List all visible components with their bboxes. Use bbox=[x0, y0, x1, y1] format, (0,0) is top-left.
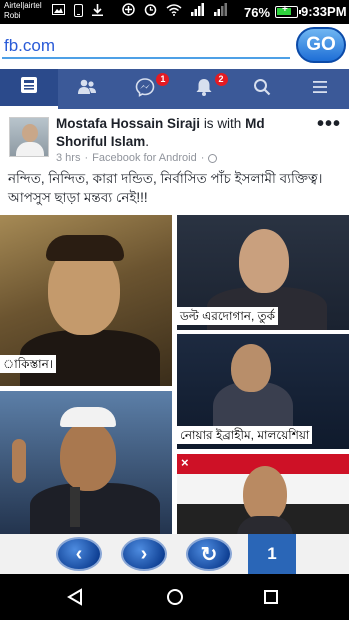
avatar[interactable] bbox=[9, 117, 49, 157]
news-feed-icon bbox=[19, 75, 39, 100]
alarm-icon bbox=[144, 3, 157, 19]
phone-icon bbox=[74, 4, 83, 20]
android-recents-button[interactable] bbox=[260, 586, 282, 608]
messenger-badge: 1 bbox=[156, 73, 170, 86]
post-header: Mostafa Hossain Siraji is with Md Shorif… bbox=[56, 115, 306, 151]
url-underline bbox=[2, 57, 290, 59]
friends-icon bbox=[77, 77, 97, 102]
clock: 9:33PM bbox=[301, 4, 347, 19]
battery-icon: + bbox=[275, 4, 301, 18]
globe-icon bbox=[208, 153, 218, 163]
post-photo-2[interactable]: ডল্ট এরদোগান, তুর্ক bbox=[177, 215, 349, 330]
post-photo-5[interactable]: × bbox=[177, 454, 349, 534]
post-photo-3[interactable]: নোয়ার ইব্রাহীম, মালয়েশিয়া bbox=[177, 334, 349, 449]
download-icon bbox=[92, 4, 103, 20]
android-back-button[interactable] bbox=[64, 586, 86, 608]
battery-percent: 76% bbox=[244, 5, 271, 20]
signal-icon-2 bbox=[214, 3, 228, 19]
post-time[interactable]: 3 hrs bbox=[56, 152, 80, 164]
photo-1-caption: াকিস্তান। bbox=[0, 355, 57, 373]
photo-figure-hair bbox=[46, 235, 124, 261]
refresh-icon: ↻ bbox=[200, 543, 218, 566]
facebook-nav-bar: 1 2 bbox=[0, 69, 349, 109]
back-button[interactable]: ‹ bbox=[56, 537, 102, 571]
tab-friend-requests[interactable] bbox=[58, 69, 116, 109]
carrier-label: Airtel|airtel Robi bbox=[4, 1, 42, 21]
charging-icon: + bbox=[282, 4, 288, 15]
photo-figure-face bbox=[239, 229, 289, 293]
go-button[interactable]: GO bbox=[296, 27, 346, 63]
messenger-icon bbox=[135, 77, 155, 102]
post-source: Facebook for Android bbox=[92, 152, 197, 164]
wifi-icon bbox=[166, 3, 182, 19]
tab-news-feed[interactable] bbox=[0, 69, 59, 109]
photo-2-caption: ডল্ট এরদোগান, তুর্ক bbox=[177, 307, 279, 325]
photo-figure-hand bbox=[12, 439, 26, 483]
status-bar: Airtel|airtel Robi 76% + 9:33PM bbox=[0, 0, 349, 24]
feed-post: Mostafa Hossain Siraji is with Md Shorif… bbox=[0, 109, 349, 534]
close-icon[interactable]: × bbox=[181, 455, 189, 470]
period: . bbox=[145, 134, 150, 149]
tab-search[interactable] bbox=[233, 69, 291, 109]
tab-menu[interactable] bbox=[291, 69, 349, 109]
signal-icon-1 bbox=[191, 3, 205, 19]
android-nav-bar bbox=[0, 574, 349, 620]
post-photo-1[interactable]: াকিস্তান। bbox=[0, 215, 172, 386]
chevron-left-icon: ‹ bbox=[75, 542, 83, 565]
browser-toolbar: ‹ › ↻ 1 bbox=[0, 534, 349, 574]
post-text: নন্দিত, নিন্দিত, কারা দন্ডিত, নির্বাসিত … bbox=[8, 171, 323, 205]
with-text: is with bbox=[203, 116, 242, 131]
photo-3-caption: নোয়ার ইব্রাহীম, মালয়েশিয়া bbox=[177, 426, 313, 444]
post-meta: 3 hrs · Facebook for Android · bbox=[56, 152, 218, 164]
image-icon bbox=[52, 4, 65, 20]
carrier-line-2: Robi bbox=[4, 11, 21, 20]
post-photo-4[interactable] bbox=[0, 391, 172, 534]
notification-icons bbox=[52, 4, 103, 20]
screen: Airtel|airtel Robi 76% + 9:33PM fb.com G… bbox=[0, 0, 349, 620]
more-options-icon[interactable]: ••• bbox=[317, 113, 341, 136]
chevron-right-icon: › bbox=[140, 542, 148, 565]
photo-microphone bbox=[70, 487, 80, 527]
photo-figure-face bbox=[231, 344, 271, 392]
avatar-body bbox=[16, 142, 44, 156]
carrier-line-1: Airtel|airtel bbox=[4, 1, 42, 10]
privacy-separator: · bbox=[200, 152, 205, 164]
refresh-button[interactable]: ↻ bbox=[186, 537, 232, 571]
triangle-back-icon bbox=[67, 588, 82, 606]
photo-figure-face bbox=[243, 466, 287, 522]
tab-notifications[interactable]: 2 bbox=[175, 69, 233, 109]
hamburger-icon bbox=[310, 77, 330, 102]
system-icons bbox=[122, 3, 228, 19]
author-name[interactable]: Mostafa Hossain Siraji bbox=[56, 116, 200, 131]
url-input[interactable]: fb.com bbox=[4, 36, 55, 56]
photo-figure-suit bbox=[30, 483, 160, 534]
circle-home-icon bbox=[167, 589, 183, 605]
forward-button[interactable]: › bbox=[121, 537, 167, 571]
photo-figure-cap bbox=[60, 407, 116, 427]
meta-separator: · bbox=[84, 152, 89, 164]
notifications-badge: 2 bbox=[214, 73, 228, 86]
data-saver-icon bbox=[122, 3, 135, 19]
photo-figure-face bbox=[60, 421, 116, 491]
android-home-button[interactable] bbox=[164, 586, 186, 608]
avatar-head bbox=[22, 124, 38, 142]
search-icon bbox=[252, 77, 272, 102]
tab-messenger[interactable]: 1 bbox=[116, 69, 174, 109]
bell-icon bbox=[194, 77, 214, 102]
square-recents-icon bbox=[264, 590, 278, 604]
tab-count[interactable]: 1 bbox=[248, 534, 296, 574]
